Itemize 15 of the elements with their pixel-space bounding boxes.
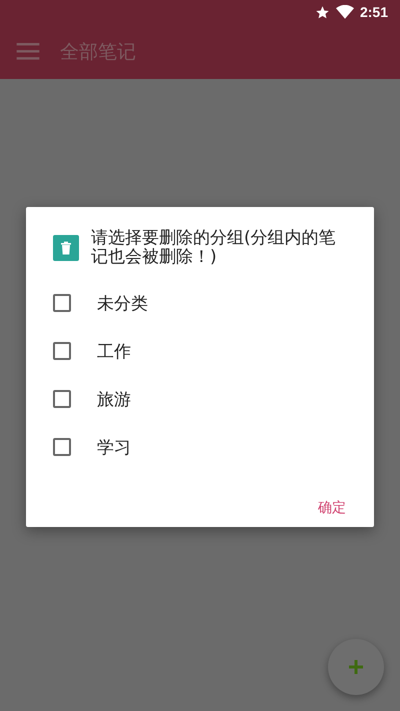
wifi-icon (336, 5, 354, 19)
option-label: 未分类 (97, 292, 148, 314)
option-label: 学习 (97, 436, 131, 458)
checkbox[interactable] (53, 294, 71, 312)
trash-icon (53, 235, 79, 261)
checkbox[interactable] (53, 438, 71, 456)
option-label: 工作 (97, 340, 131, 362)
option-label: 旅游 (97, 388, 131, 410)
star-icon (314, 4, 330, 20)
dialog-title: 请选择要删除的分组(分组内的笔记也会被删除！) (91, 229, 337, 267)
confirm-button[interactable]: 确定 (310, 491, 354, 525)
checkbox[interactable] (53, 342, 71, 360)
clock-time: 2:51 (360, 4, 388, 20)
plus-icon (349, 660, 363, 674)
checkbox[interactable] (53, 390, 71, 408)
